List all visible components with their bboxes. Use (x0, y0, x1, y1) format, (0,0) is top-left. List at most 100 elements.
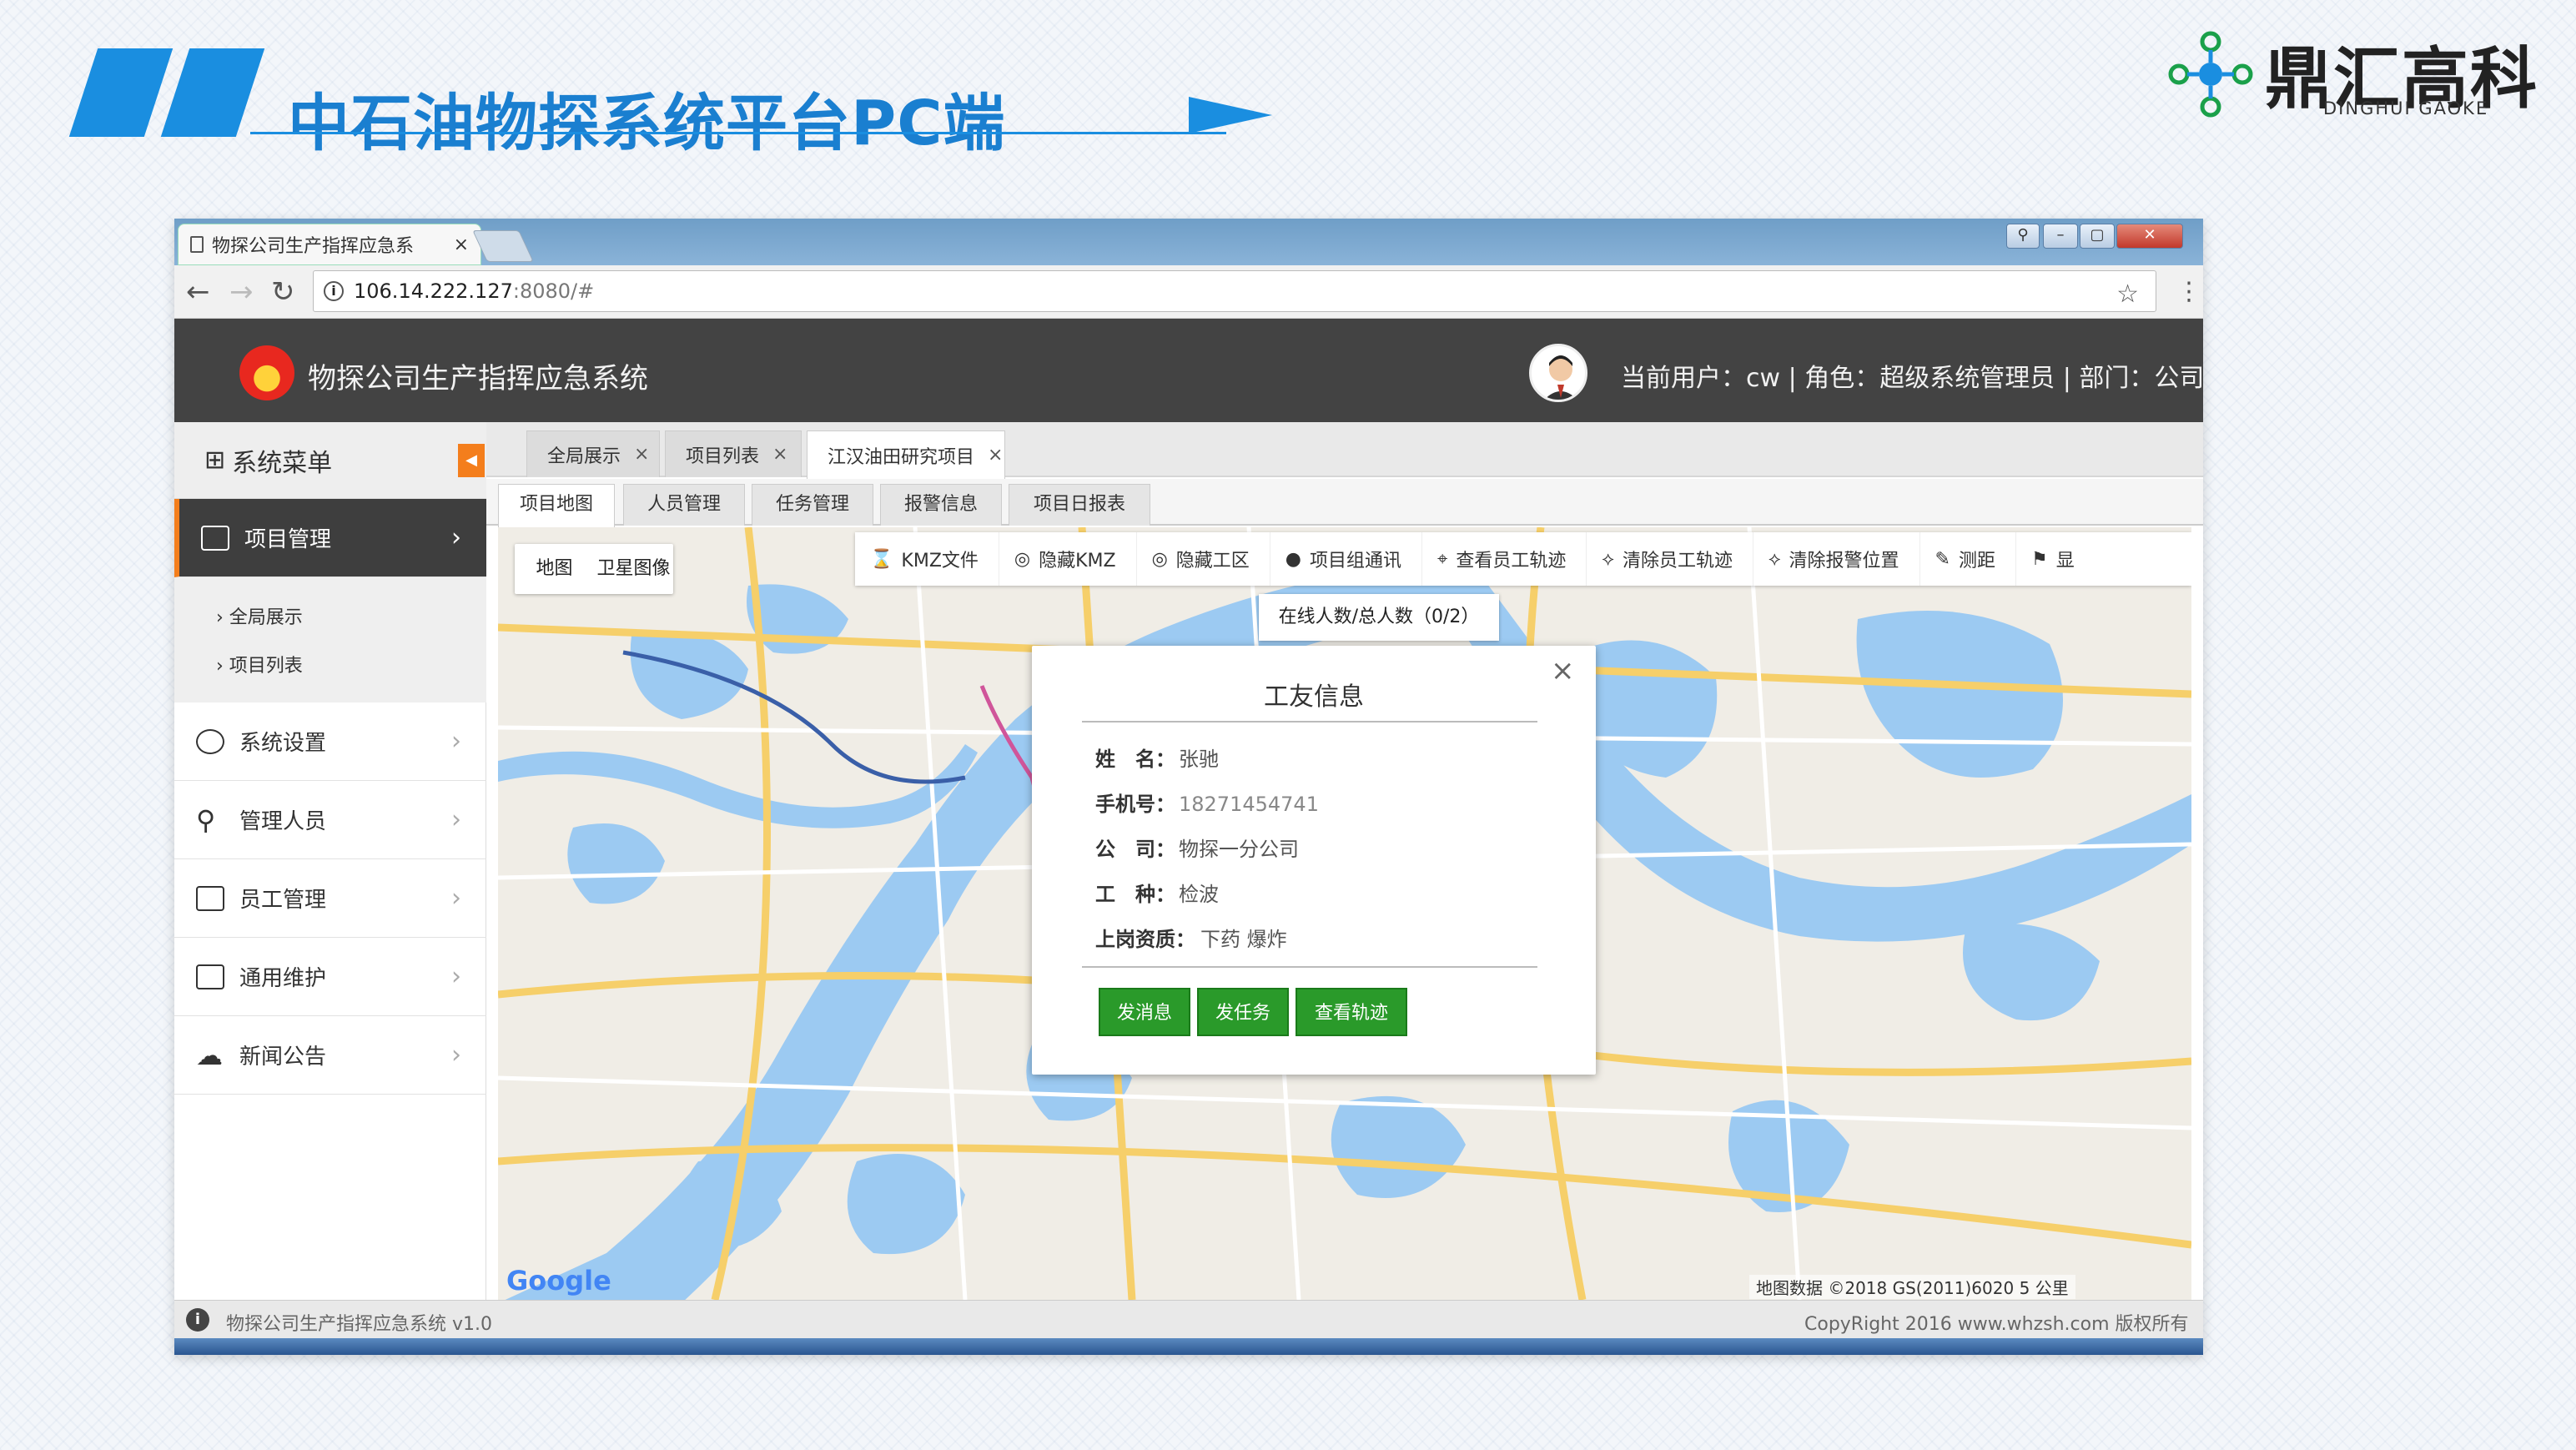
field-label: 公 司： (1095, 838, 1175, 861)
eraser-icon: ⟡ (1768, 548, 1781, 570)
field-value: 物探一分公司 (1179, 838, 1299, 861)
title-decor-slash (68, 48, 174, 137)
pencil-icon: ✎ (1935, 548, 1950, 570)
tab-tasks[interactable]: 任务管理 (752, 484, 873, 526)
tool-label: 隐藏KMZ (1039, 551, 1116, 571)
brand-subtitle: DINGHUI GAOKE (2323, 98, 2489, 118)
chevron-right-icon: › (451, 1040, 461, 1070)
chevron-right-icon: › (451, 962, 461, 991)
flag-icon: ⚑ (2031, 548, 2048, 570)
close-tab-icon[interactable]: × (988, 445, 1003, 466)
field-company: 公 司： 物探一分公司 (1095, 833, 1299, 862)
submenu: › 全局展示 › 项目列表 (174, 577, 486, 702)
browser-tabbar: 物探公司生产指挥应急系 × ⚲ – ▢ ✕ (174, 219, 2203, 265)
google-logo: Google (506, 1265, 611, 1296)
tab-jianghan-project[interactable]: 江汉油田研究项目 × (807, 430, 1005, 479)
sidebar-item-maintenance[interactable]: 通用维护 › (174, 938, 486, 1016)
brand-logo-icon (2168, 31, 2253, 118)
tab-personnel[interactable]: 人员管理 (623, 484, 745, 526)
sidebar-item-project-management[interactable]: 项目管理 › (174, 499, 486, 577)
back-icon[interactable]: ← (186, 275, 210, 309)
sidebar-item-employee-management[interactable]: 员工管理 › (174, 859, 486, 938)
field-label: 上岗资质： (1095, 928, 1195, 951)
sidebar-item-label: 系统设置 (239, 731, 327, 756)
sidebar-item-system-settings[interactable]: 系统设置 › (174, 702, 486, 781)
sidebar-item-label: 通用维护 (239, 966, 327, 991)
tool-label: 项目组通讯 (1310, 551, 1402, 571)
divider (1082, 721, 1537, 722)
popup-title: 工友信息 (1264, 682, 1364, 712)
close-tab-icon[interactable]: × (634, 444, 649, 465)
chevron-right-icon: › (451, 727, 461, 756)
hide-kmz-button[interactable]: ◎ 隐藏KMZ (999, 532, 1137, 586)
divider (1082, 966, 1537, 968)
sidebar-header: ⊞ 系统菜单 (174, 422, 486, 499)
petrochina-logo-icon (239, 345, 294, 400)
measure-button[interactable]: ✎ 测距 (1920, 532, 2016, 586)
sidebar-item-managers[interactable]: ⚲ 管理人员 › (174, 781, 486, 859)
url-input[interactable]: i 106.14.222.127:8080/# ☆ (313, 270, 2156, 312)
clear-alarm-button[interactable]: ⟡ 清除报警位置 (1753, 532, 1920, 586)
field-label: 工 种： (1095, 883, 1175, 906)
send-message-button[interactable]: 发消息 (1099, 988, 1190, 1036)
team-chat-button[interactable]: ● 项目组通讯 (1270, 532, 1423, 586)
calendar-icon (196, 885, 224, 911)
tab-daily-report[interactable]: 项目日报表 (1009, 484, 1150, 526)
close-window-button[interactable]: ✕ (2116, 224, 2183, 249)
tool-label: 显 (2055, 551, 2075, 571)
map-copyright: 地图数据 ©2018 GS(2011)6020 5 公里 (1749, 1275, 2075, 1299)
tool-label: 隐藏工区 (1175, 551, 1250, 571)
show-button[interactable]: ⚑ 显 (2016, 532, 2095, 586)
tab-alarms[interactable]: 报警信息 (880, 484, 1002, 526)
close-tab-icon[interactable]: × (454, 234, 469, 255)
map-type-satellite[interactable]: 卫星图像 (594, 544, 673, 594)
app-title: 物探公司生产指挥应急系统 (308, 362, 648, 395)
view-track-button[interactable]: ⌖ 查看员工轨迹 (1422, 532, 1587, 586)
url-path: :8080/# (512, 279, 595, 303)
bookmark-star-icon[interactable]: ☆ (2116, 279, 2139, 309)
reload-icon[interactable]: ↻ (271, 275, 295, 309)
sidebar-collapse-button[interactable]: ◀ (458, 444, 485, 477)
address-bar: ← → ↻ i 106.14.222.127:8080/# ☆ ⋮ (174, 265, 2203, 319)
grid-menu-icon: ⊞ (204, 446, 226, 475)
submenu-item-global-view[interactable]: › 全局展示 (216, 602, 303, 629)
page-tabs: 全局展示 × 项目列表 × 江汉油田研究项目 × (486, 422, 2203, 479)
eye-slash-icon: ◎ (1014, 548, 1031, 570)
new-tab-button[interactable] (472, 230, 534, 262)
sidebar-item-news[interactable]: ☁ 新闻公告 › (174, 1016, 486, 1095)
avatar-person-icon (1544, 355, 1577, 400)
project-map[interactable]: 地图 卫星图像 ⌛ KMZ文件 ◎ 隐藏KMZ ◎ 隐藏工区 ● 项目组通讯 ⌖ 查看员工… (498, 527, 2191, 1300)
copyright: CopyRight 2016 www.whzsh.com 版权所有 (1804, 1314, 2189, 1335)
site-info-icon[interactable]: i (324, 281, 344, 301)
search-icon: ⚲ (196, 803, 216, 836)
map-type-map[interactable]: 地图 (515, 544, 594, 594)
tab-global-view[interactable]: 全局展示 × (526, 430, 660, 477)
hide-workarea-button[interactable]: ◎ 隐藏工区 (1137, 532, 1270, 586)
close-tab-icon[interactable]: × (772, 444, 787, 465)
maximize-button[interactable]: ▢ (2080, 224, 2115, 249)
view-track-popup-button[interactable]: 查看轨迹 (1296, 988, 1407, 1036)
browser-menu-icon[interactable]: ⋮ (2176, 277, 2201, 306)
tab-project-list[interactable]: 项目列表 × (665, 430, 802, 477)
send-task-button[interactable]: 发任务 (1197, 988, 1289, 1036)
title-underline (250, 132, 1226, 134)
app-version: 物探公司生产指挥应急系统 v1.0 (226, 1314, 493, 1335)
field-job-type: 工 种： 检波 (1095, 878, 1219, 907)
browser-window: 物探公司生产指挥应急系 × ⚲ – ▢ ✕ ← → ↻ i 106.14.222… (174, 219, 2203, 1355)
tab-project-map[interactable]: 项目地图 (498, 484, 615, 527)
title-decor-slash (160, 48, 265, 137)
user-icon[interactable]: ⚲ (2006, 224, 2040, 249)
status-bar: i 物探公司生产指挥应急系统 v1.0 CopyRight 2016 www.w… (174, 1300, 2203, 1338)
kmz-file-button[interactable]: ⌛ KMZ文件 (855, 532, 999, 586)
app-header: 物探公司生产指挥应急系统 当前用户：cw | 角色：超级系统管理员 | 部门：公… (174, 319, 2203, 422)
clear-track-button[interactable]: ⟡ 清除员工轨迹 (1587, 532, 1753, 586)
field-qualification: 上岗资质： 下药 爆炸 (1095, 923, 1287, 952)
sidebar-item-label: 项目管理 (244, 527, 332, 552)
minimize-button[interactable]: – (2043, 224, 2078, 249)
browser-tab[interactable]: 物探公司生产指挥应急系 × (178, 224, 481, 265)
submenu-item-project-list[interactable]: › 项目列表 (216, 651, 303, 677)
avatar[interactable] (1529, 344, 1587, 402)
forward-icon[interactable]: → (229, 275, 254, 309)
chevron-right-icon: › (451, 884, 461, 913)
field-value: 检波 (1179, 883, 1219, 906)
